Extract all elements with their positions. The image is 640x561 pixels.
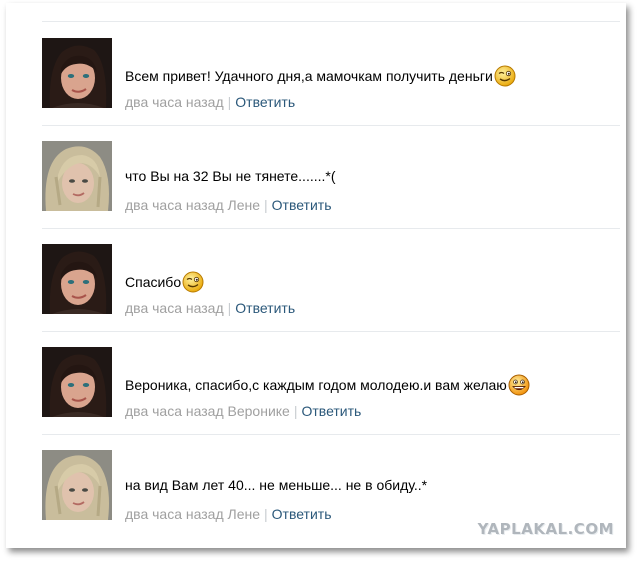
avatar[interactable] [42,244,112,314]
comment-meta: два часа назад Веронике | Ответить [125,403,361,420]
meta-divider: | [227,300,232,316]
meta-divider: | [264,197,268,213]
avatar[interactable] [42,450,112,520]
avatar[interactable] [42,141,112,211]
comments-panel: Всем привет! Удачного дня,а мамочкам пол… [6,3,626,548]
wink-smiley-icon [494,65,516,87]
reply-link[interactable]: Ответить [272,506,332,522]
comment-meta: два часа назад Лене | Ответить [125,197,332,214]
site-watermark: YAPLAKAL.COM [477,520,614,538]
comment-meta: два часа назад | Ответить [125,94,295,111]
comment-text: Спасибо [125,271,204,293]
comment-time[interactable]: два часа назад [125,300,224,316]
avatar[interactable] [42,38,112,108]
reply-to-name[interactable]: Лене [228,506,261,522]
comment-item: Спасибо два часа назад | Ответить [6,229,626,332]
comment-item: что Вы на 32 Вы не тянете.......*( два ч… [6,126,626,229]
comment-meta: два часа назад Лене | Ответить [125,506,332,523]
comment-time[interactable]: два часа назад [125,197,224,213]
comment-time[interactable]: два часа назад [125,403,224,419]
comment-text: Вероника, спасибо,с каждым годом молодею… [125,374,530,396]
comment-item: Вероника, спасибо,с каждым годом молодею… [6,332,626,435]
comment-text: на вид Вам лет 40... не меньше... не в о… [125,477,428,493]
reply-to-name[interactable]: Веронике [228,403,290,419]
reply-link[interactable]: Ответить [235,94,295,110]
grin-smiley-icon [508,374,530,396]
comment-time[interactable]: два часа назад [125,94,224,110]
comment-item: Всем привет! Удачного дня,а мамочкам пол… [6,23,626,126]
comment-time[interactable]: два часа назад [125,506,224,522]
avatar[interactable] [42,347,112,417]
reply-link[interactable]: Ответить [235,300,295,316]
comment-text: что Вы на 32 Вы не тянете.......*( [125,168,336,184]
comment-meta: два часа назад | Ответить [125,300,295,317]
reply-link[interactable]: Ответить [301,403,361,419]
reply-to-name[interactable]: Лене [228,197,261,213]
meta-divider: | [293,403,298,419]
meta-divider: | [264,506,268,522]
reply-link[interactable]: Ответить [272,197,332,213]
wink-smiley-icon [182,271,204,293]
meta-divider: | [227,94,232,110]
top-divider [42,21,620,22]
comment-text: Всем привет! Удачного дня,а мамочкам пол… [125,65,516,87]
